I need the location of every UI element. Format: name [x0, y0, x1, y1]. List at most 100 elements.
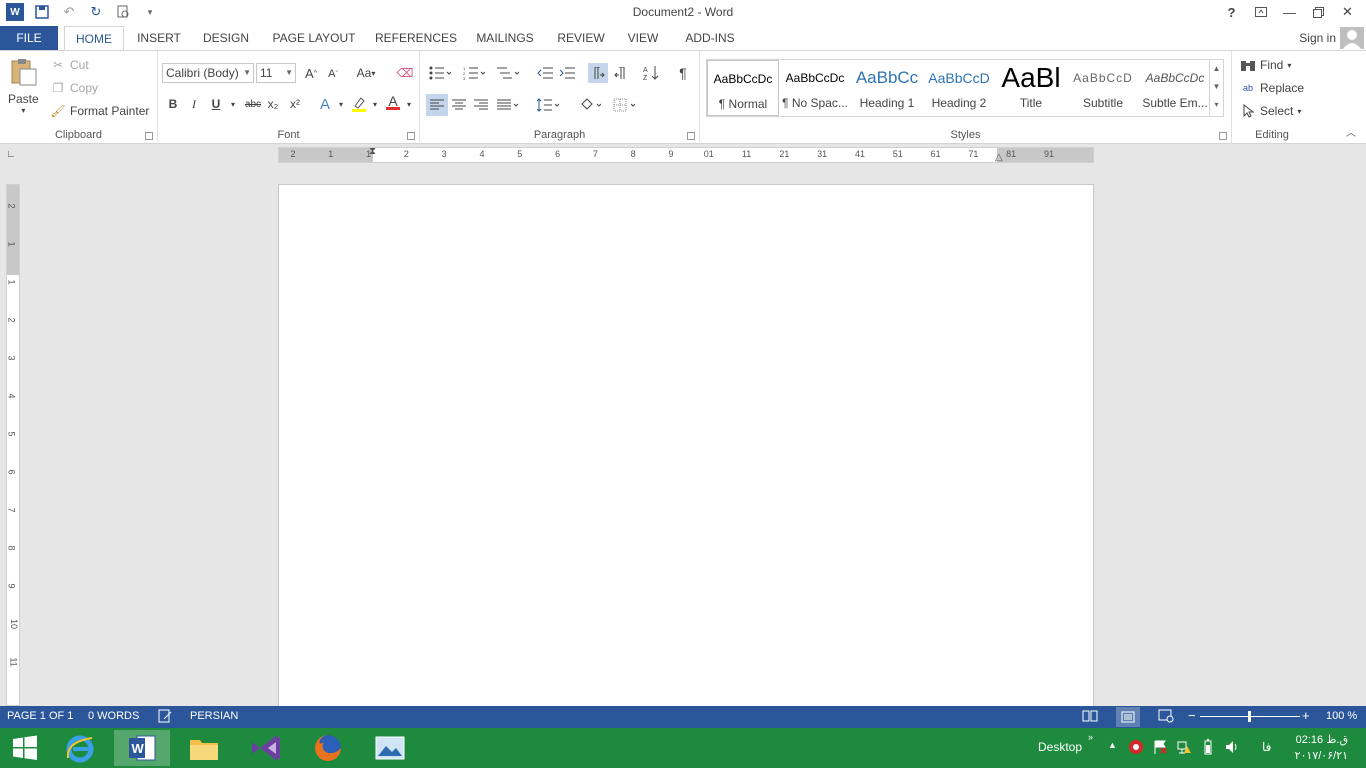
style-no-spacing[interactable]: AaBbCcDc ¶ No Spac...	[779, 60, 851, 116]
style-normal[interactable]: AaBbCcDc ¶ Normal	[707, 60, 779, 116]
subscript-button[interactable]: x₂	[264, 95, 282, 113]
replace-button[interactable]: ab Replace	[1240, 80, 1304, 96]
sign-in-link[interactable]: Sign in	[1299, 31, 1336, 45]
show-hidden-icons-icon[interactable]: ▲	[1108, 740, 1117, 750]
tab-view[interactable]: VIEW	[620, 26, 666, 50]
web-layout-icon[interactable]	[1158, 709, 1174, 726]
tab-page-layout[interactable]: PAGE LAYOUT	[266, 26, 362, 50]
select-button[interactable]: Select ▾	[1240, 103, 1301, 119]
font-family-select[interactable]: Calibri (Body) ▼	[162, 63, 254, 83]
copy-button[interactable]: ❐ Copy	[50, 80, 98, 96]
close-icon[interactable]: ✕	[1333, 2, 1362, 22]
borders-icon[interactable]	[610, 96, 638, 114]
tab-add-ins[interactable]: ADD-INS	[678, 26, 742, 50]
increase-indent-icon[interactable]	[558, 64, 576, 82]
restore-icon[interactable]	[1304, 2, 1333, 22]
collapse-ribbon-icon[interactable]: ︿	[1346, 124, 1356, 139]
style-subtle-emphasis[interactable]: AaBbCcDc Subtle Em...	[1139, 60, 1211, 116]
bullets-icon[interactable]	[426, 64, 454, 82]
antivirus-icon[interactable]	[1128, 739, 1144, 758]
horizontal-ruler[interactable]: 2 1 1 2 3 4 5 6 7 8 9 01 11 21 31 41 51 61 71 81 91 ⧗ △	[278, 146, 1094, 163]
photos-app-icon[interactable]	[362, 730, 418, 766]
zoom-in-button[interactable]: +	[1302, 708, 1310, 723]
align-left-icon[interactable]	[426, 94, 448, 116]
sort-icon[interactable]: AZ	[642, 64, 660, 82]
zoom-slider-thumb[interactable]	[1248, 711, 1251, 722]
bold-button[interactable]: B	[164, 95, 182, 113]
indent-marker-icon[interactable]: ⧗	[369, 146, 376, 157]
cut-button[interactable]: ✂ Cut	[50, 57, 89, 73]
firefox-icon[interactable]	[300, 730, 356, 766]
tab-design[interactable]: DESIGN	[196, 26, 256, 50]
document-page[interactable]	[278, 184, 1094, 714]
paste-dropdown-icon[interactable]: ▾	[21, 107, 25, 115]
gallery-up-icon[interactable]: ▲	[1210, 60, 1223, 78]
right-indent-marker-icon[interactable]: △	[995, 152, 1003, 163]
font-color-dropdown-icon[interactable]: ▾	[400, 95, 418, 113]
style-heading-2[interactable]: AaBbCcD Heading 2	[923, 60, 995, 116]
ltr-direction-icon[interactable]	[588, 63, 608, 83]
numbering-icon[interactable]: 123	[460, 64, 488, 82]
italic-button[interactable]: I	[185, 95, 203, 113]
style-title[interactable]: AaBl Title	[995, 60, 1067, 116]
text-effects-dropdown-icon[interactable]: ▾	[332, 95, 350, 113]
paragraph-launcher-icon[interactable]	[687, 132, 695, 140]
align-center-icon[interactable]	[450, 96, 468, 114]
tab-mailings[interactable]: MAILINGS	[470, 26, 540, 50]
input-language[interactable]: فا	[1262, 740, 1271, 754]
tab-file[interactable]: FILE	[0, 26, 58, 50]
read-mode-icon[interactable]	[1082, 709, 1098, 726]
network-icon[interactable]	[1176, 739, 1192, 758]
chevron-up-icon[interactable]: »	[1088, 732, 1093, 742]
system-clock[interactable]: 02:16 ق.ظ ۲۰۱۷/۰۶/۲۱	[1295, 732, 1348, 764]
grow-font-button[interactable]: A ^	[302, 64, 320, 82]
tab-home[interactable]: HOME	[64, 26, 124, 51]
battery-icon[interactable]	[1200, 739, 1216, 758]
shading-icon[interactable]	[576, 96, 604, 114]
desktop-toolbar[interactable]: Desktop	[1038, 740, 1082, 754]
start-button[interactable]	[0, 730, 50, 766]
minimize-icon[interactable]: —	[1275, 2, 1304, 22]
proofing-icon[interactable]	[158, 709, 172, 726]
clear-formatting-icon[interactable]: ⌫	[396, 64, 414, 82]
gallery-down-icon[interactable]: ▼	[1210, 78, 1223, 96]
styles-launcher-icon[interactable]	[1219, 132, 1227, 140]
find-button[interactable]: Find ▾	[1240, 57, 1291, 73]
strikethrough-button[interactable]: abc	[242, 95, 264, 113]
print-layout-icon[interactable]	[1116, 707, 1140, 727]
tab-references[interactable]: REFERENCES	[372, 26, 460, 50]
internet-explorer-icon[interactable]	[52, 730, 108, 766]
highlight-dropdown-icon[interactable]: ▾	[366, 95, 384, 113]
align-right-icon[interactable]	[472, 96, 490, 114]
rtl-direction-icon[interactable]	[612, 64, 630, 82]
tab-review[interactable]: REVIEW	[552, 26, 610, 50]
flag-icon[interactable]	[1152, 739, 1168, 758]
multilevel-list-icon[interactable]	[494, 64, 522, 82]
visual-studio-icon[interactable]	[238, 730, 294, 766]
help-icon[interactable]: ?	[1217, 2, 1246, 22]
style-subtitle[interactable]: AaBbCcD Subtitle	[1067, 60, 1139, 116]
avatar[interactable]	[1340, 27, 1364, 49]
vertical-ruler[interactable]: 2 1 1 2 3 4 5 6 7 8 9 10 11	[6, 184, 20, 706]
underline-dropdown-icon[interactable]: ▾	[224, 95, 242, 113]
zoom-level[interactable]: 100 %	[1326, 710, 1357, 722]
underline-button[interactable]: U	[207, 95, 225, 113]
volume-icon[interactable]	[1224, 739, 1240, 758]
language-indicator[interactable]: PERSIAN	[190, 710, 238, 722]
change-case-button[interactable]: Aa ▾	[352, 64, 380, 82]
decrease-indent-icon[interactable]	[536, 64, 554, 82]
page-count[interactable]: PAGE 1 OF 1	[7, 710, 73, 722]
font-size-select[interactable]: 11 ▼	[256, 63, 296, 83]
ribbon-display-icon[interactable]	[1246, 2, 1275, 22]
style-heading-1[interactable]: AaBbCc Heading 1	[851, 60, 923, 116]
tab-selector-icon[interactable]: ∟	[6, 149, 18, 161]
clipboard-launcher-icon[interactable]	[145, 132, 153, 140]
zoom-out-button[interactable]: −	[1188, 708, 1196, 723]
file-explorer-icon[interactable]	[176, 730, 232, 766]
show-marks-button[interactable]: ¶	[674, 64, 692, 82]
shrink-font-button[interactable]: Aˇ	[324, 65, 342, 83]
format-painter-button[interactable]: 🖌 Format Painter	[50, 103, 149, 119]
gallery-more-icon[interactable]: ▾	[1210, 96, 1223, 114]
tab-insert[interactable]: INSERT	[130, 26, 188, 50]
line-spacing-icon[interactable]	[534, 96, 562, 114]
